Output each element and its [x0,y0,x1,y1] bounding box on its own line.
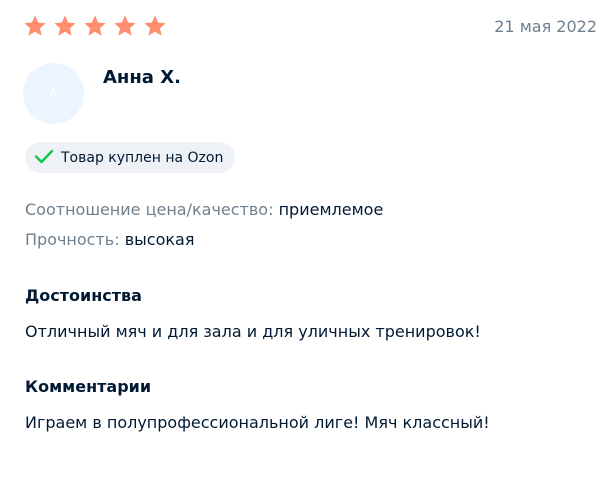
pros-title: Достоинства [25,286,142,305]
comment-text: Играем в полупрофессиональной лиге! Мяч … [25,413,490,432]
attribute-price-quality: Соотношение цена/качество: приемлемое [25,200,383,219]
star-icon [83,14,107,38]
check-icon [34,148,54,168]
star-icon [23,14,47,38]
avatar[interactable]: A [23,63,84,124]
attribute-label: Соотношение цена/качество: [25,200,274,219]
attribute-value: приемлемое [278,200,384,219]
attribute-durability: Прочность: высокая [25,230,194,249]
star-icon [113,14,137,38]
attribute-value: высокая [124,230,195,249]
verified-purchase-badge: Товар куплен на Ozon [25,142,236,173]
avatar-letter: A [48,85,59,102]
pros-text: Отличный мяч и для зала и для уличных тр… [25,322,481,341]
star-icon [143,14,167,38]
attribute-label: Прочность: [25,230,120,249]
star-icon [53,14,77,38]
rating-stars [23,14,167,38]
badge-label: Товар куплен на Ozon [61,149,224,166]
comment-title: Комментарии [25,377,152,396]
author-name[interactable]: Анна Х. [103,67,181,88]
review-date: 21 мая 2022 [494,17,597,36]
